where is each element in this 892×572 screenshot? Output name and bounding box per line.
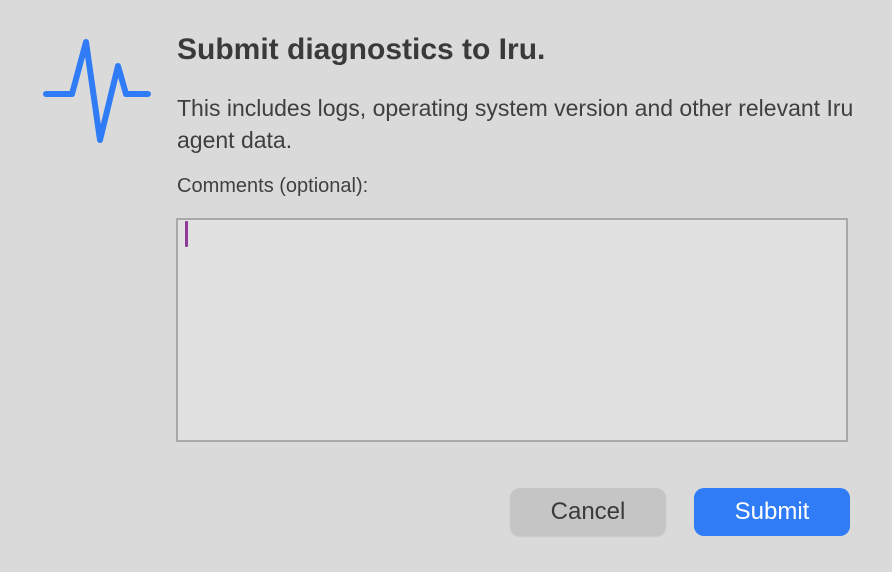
dialog-description: This includes logs, operating system ver… xyxy=(177,95,854,153)
diagnostics-dialog: Submit diagnostics to Iru. This includes… xyxy=(0,0,892,572)
comments-textarea[interactable] xyxy=(176,218,848,442)
text-caret xyxy=(185,221,188,247)
dialog-title: Submit diagnostics to Iru. xyxy=(177,33,546,66)
comments-label: Comments (optional): xyxy=(177,175,369,197)
pulse-icon xyxy=(42,36,152,148)
cancel-button[interactable]: Cancel xyxy=(510,488,666,536)
submit-button[interactable]: Submit xyxy=(694,488,850,536)
